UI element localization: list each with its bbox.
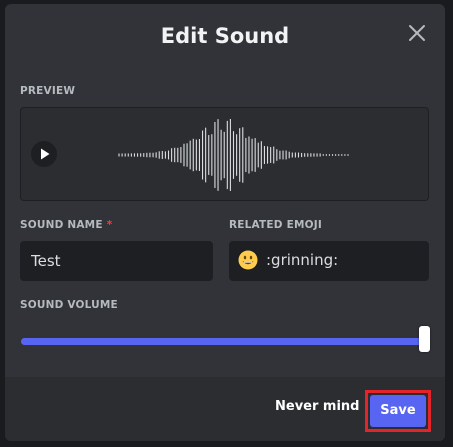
- modal-title: Edit Sound: [160, 24, 290, 48]
- edit-sound-modal: Edit Sound PREVIEW SOUND NAME* RELATED E…: [5, 4, 445, 441]
- related-emoji-label: RELATED EMOJI: [229, 219, 322, 231]
- volume-slider-handle[interactable]: [418, 326, 430, 352]
- modal-footer: Never mind Save: [5, 377, 445, 441]
- emoji-text: :grinning:: [266, 251, 339, 269]
- play-button[interactable]: [31, 141, 57, 167]
- sound-name-label: SOUND NAME *: [20, 219, 113, 231]
- never-mind-button[interactable]: Never mind: [275, 399, 360, 414]
- preview-label: PREVIEW: [20, 85, 76, 97]
- play-icon: [41, 148, 50, 160]
- sound-volume-label: SOUND VOLUME: [20, 299, 118, 311]
- sound-name-input[interactable]: [20, 241, 213, 281]
- required-mark: *: [106, 219, 113, 231]
- grinning-face-icon: [238, 250, 258, 270]
- sound-preview: [20, 107, 429, 201]
- save-button[interactable]: Save: [370, 395, 426, 427]
- waveform: [118, 119, 349, 191]
- related-emoji-field[interactable]: :grinning:: [229, 241, 429, 281]
- volume-slider-track[interactable]: [21, 338, 425, 345]
- close-icon[interactable]: [405, 21, 429, 45]
- volume-slider-fill: [21, 338, 425, 345]
